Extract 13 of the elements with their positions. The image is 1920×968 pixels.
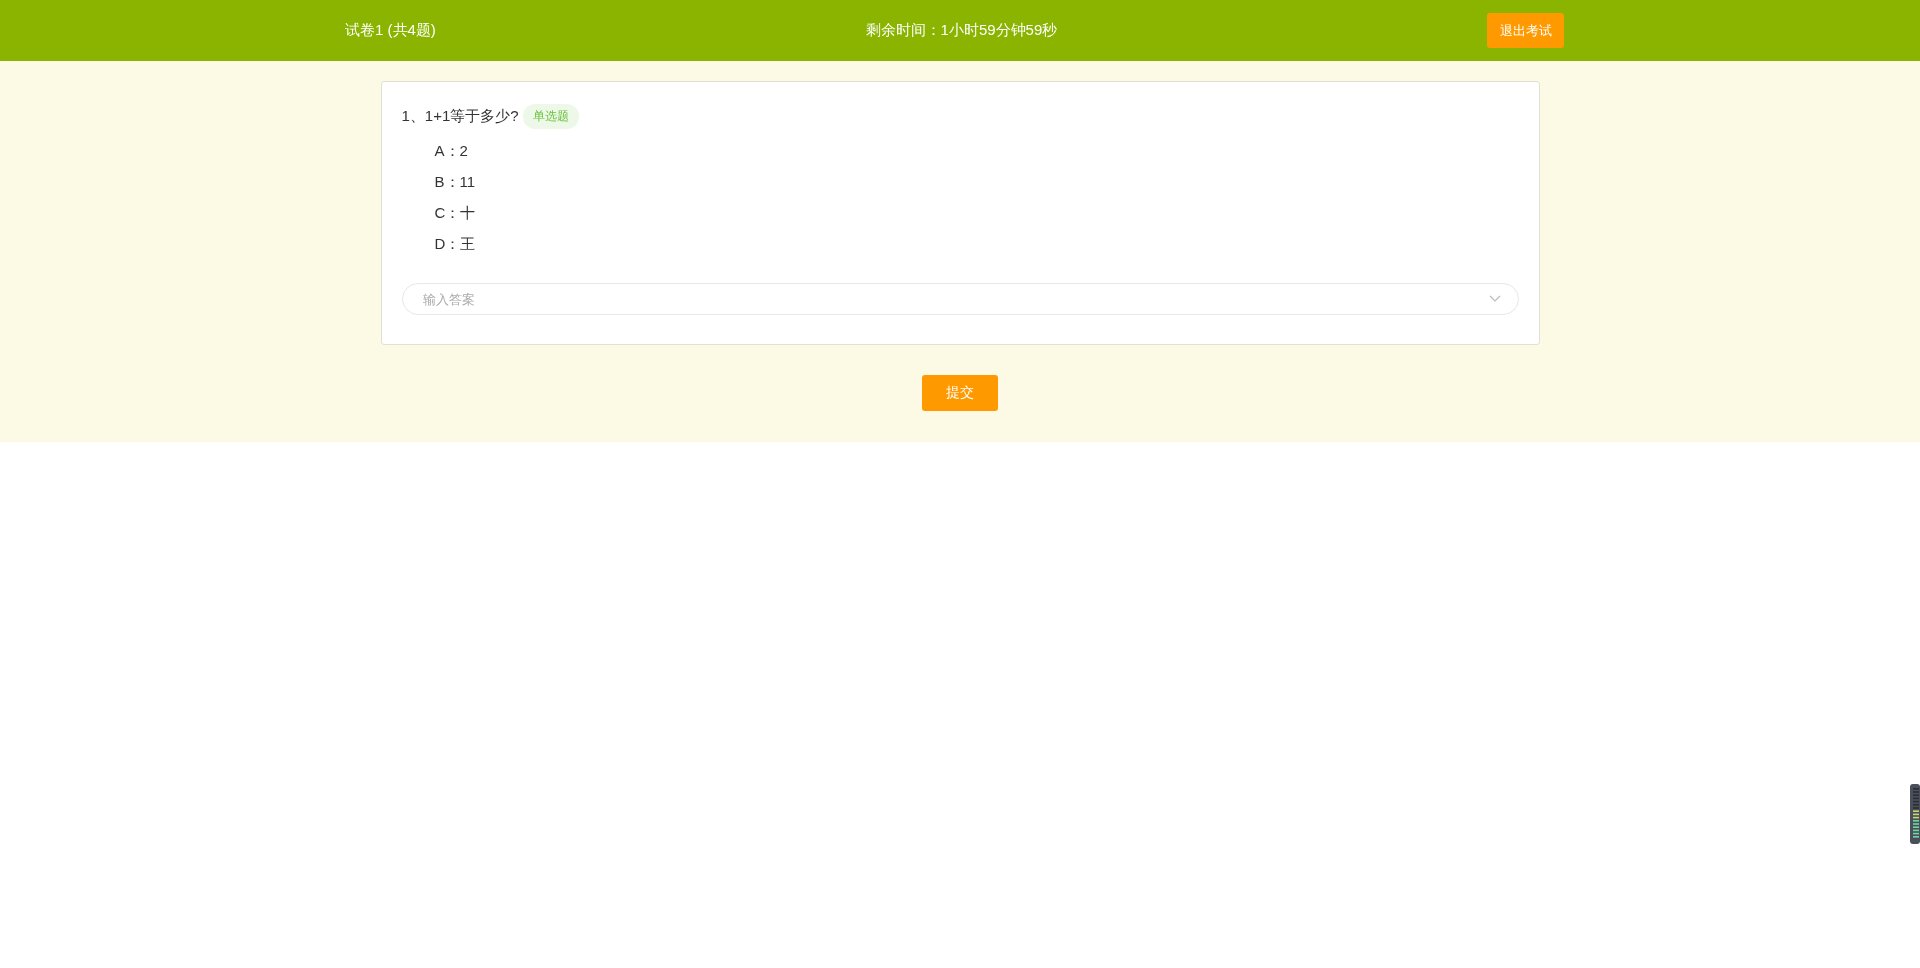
chevron-down-icon: [1488, 295, 1501, 303]
question-type-tag: 单选题: [522, 104, 579, 129]
answer-select[interactable]: 输入答案: [401, 283, 1519, 315]
exam-title: 试卷1 (共4题): [345, 21, 436, 40]
option-text: A：2: [434, 141, 469, 161]
option-text: C：十: [434, 203, 477, 223]
question-text: 1、1+1等于多少?: [401, 107, 519, 126]
option-text: B：11: [434, 172, 477, 192]
exit-exam-button[interactable]: 退出考试: [1487, 13, 1564, 48]
option-text: D：王: [434, 234, 477, 254]
remaining-time: 剩余时间：1小时59分钟59秒: [865, 21, 1058, 40]
submit-button[interactable]: 提交: [922, 375, 998, 411]
meter-widget-drawing: [1910, 784, 1920, 844]
